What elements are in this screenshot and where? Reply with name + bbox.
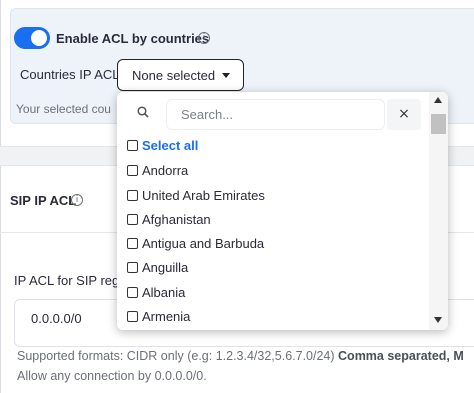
checkbox[interactable] bbox=[127, 311, 138, 322]
ip-acl-value: 0.0.0.0/0 bbox=[31, 311, 82, 326]
checkbox[interactable] bbox=[127, 287, 138, 298]
country-option[interactable]: Andorra bbox=[127, 163, 188, 183]
countries-ip-acl-label: Countries IP ACL bbox=[20, 67, 120, 82]
country-option[interactable]: Antigua and Barbuda bbox=[127, 236, 264, 256]
checkbox[interactable] bbox=[127, 262, 138, 273]
checkbox[interactable] bbox=[127, 190, 138, 201]
scrollbar-thumb[interactable] bbox=[431, 114, 446, 134]
countries-select-value: None selected bbox=[132, 68, 216, 83]
select-all-option[interactable]: Select all bbox=[127, 138, 198, 158]
scroll-down-arrow-icon[interactable] bbox=[434, 317, 442, 323]
country-option[interactable]: Armenia bbox=[127, 309, 190, 329]
enable-acl-label: Enable ACL by countries bbox=[56, 31, 210, 46]
supported-formats-hint: Supported formats: CIDR only (e.g: 1.2.3… bbox=[17, 349, 464, 363]
search-icon bbox=[137, 106, 149, 118]
clear-search-button[interactable]: × bbox=[387, 99, 421, 130]
dropdown-search-input[interactable] bbox=[166, 99, 385, 130]
countries-dropdown: × Select all Andorra United Arab Emirate… bbox=[117, 92, 448, 330]
dropdown-search-row: × bbox=[117, 92, 429, 136]
checkbox[interactable] bbox=[127, 214, 138, 225]
ip-acl-sip-label: IP ACL for SIP regi bbox=[14, 273, 123, 288]
info-icon[interactable]: i bbox=[198, 32, 210, 44]
enable-acl-toggle[interactable] bbox=[14, 27, 50, 49]
info-icon[interactable]: i bbox=[71, 194, 83, 206]
country-option[interactable]: Afghanistan bbox=[127, 212, 211, 232]
countries-select[interactable]: None selected bbox=[117, 59, 244, 91]
selected-countries-text: Your selected cou bbox=[16, 102, 111, 116]
formats-bold: Comma separated, M bbox=[338, 349, 464, 363]
sip-ip-acl-title: SIP IP ACL bbox=[10, 193, 77, 208]
dropdown-scrollbar[interactable] bbox=[429, 92, 448, 330]
caret-down-icon bbox=[222, 73, 230, 78]
allow-any-hint: Allow any connection by 0.0.0.0/0. bbox=[17, 369, 207, 383]
country-option[interactable]: United Arab Emirates bbox=[127, 188, 265, 208]
scroll-up-arrow-icon[interactable] bbox=[434, 97, 442, 103]
country-option[interactable]: Anguilla bbox=[127, 260, 188, 280]
country-option[interactable]: Albania bbox=[127, 285, 185, 305]
checkbox[interactable] bbox=[127, 238, 138, 249]
checkbox[interactable] bbox=[127, 165, 138, 176]
formats-text: Supported formats: CIDR only (e.g: 1.2.3… bbox=[17, 349, 335, 363]
toggle-knob bbox=[31, 30, 47, 46]
checkbox[interactable] bbox=[127, 140, 138, 151]
